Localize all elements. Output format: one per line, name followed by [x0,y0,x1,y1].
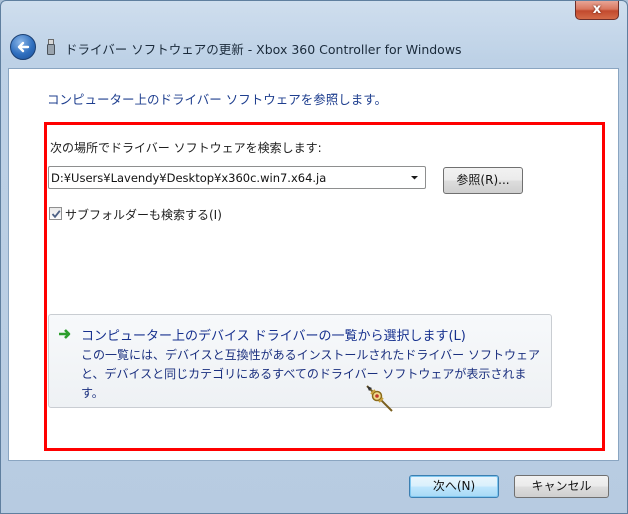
subfolder-checkbox[interactable] [49,207,62,220]
browse-button[interactable]: 参照(R)... [443,167,523,194]
path-combobox[interactable] [48,166,426,189]
back-button[interactable] [10,34,36,60]
chevron-down-icon[interactable] [407,170,421,185]
subfolder-label: サブフォルダーも検索する(I) [65,208,222,222]
window-title: ドライバー ソフトウェアの更新 - Xbox 360 Controller fo… [65,42,462,57]
main-content: コンピューター上のドライバー ソフトウェアを参照します。 次の場所でドライバー … [8,68,619,461]
page-subtitle: コンピューター上のドライバー ソフトウェアを参照します。 [47,92,387,107]
path-input[interactable] [51,169,401,186]
busy-cursor-icon [366,385,393,412]
usb-device-icon [47,39,55,55]
title-bar: ドライバー ソフトウェアの更新 - Xbox 360 Controller fo… [1,27,627,65]
green-arrow-icon [59,329,71,339]
cancel-button[interactable]: キャンセル [514,475,609,498]
dialog-window: x ドライバー ソフトウェアの更新 - Xbox 360 Controller … [0,0,628,514]
next-button[interactable]: 次へ(N) [409,475,499,498]
back-arrow-icon [17,41,30,53]
close-button[interactable]: x [575,1,619,20]
pick-option-description: この一覧には、デバイスと互換性があるインストールされたドライバー ソフトウェアと… [81,348,540,400]
pick-option-title[interactable]: コンピューター上のデバイス ドライバーの一覧から選択します(L) [81,325,466,344]
pick-from-list-option[interactable]: コンピューター上のデバイス ドライバーの一覧から選択します(L) この一覧には、… [48,314,552,408]
search-location-label: 次の場所でドライバー ソフトウェアを検索します: [50,141,322,155]
close-icon: x [592,2,602,17]
check-icon [51,210,61,219]
